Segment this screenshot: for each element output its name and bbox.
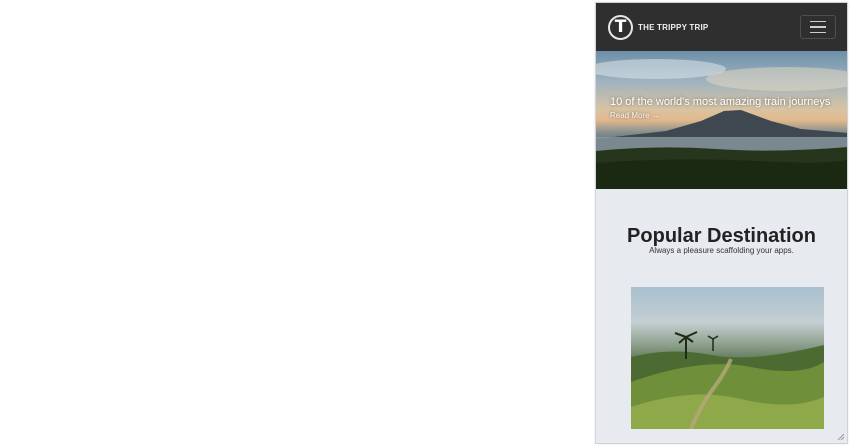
navbar: T THE TRIPPY TRIP	[596, 3, 847, 51]
hamburger-icon	[810, 31, 826, 34]
hamburger-icon	[810, 20, 826, 23]
resize-grip-icon[interactable]	[837, 433, 845, 441]
hero-landscape-image	[596, 59, 847, 189]
section-title: Popular Destination	[627, 224, 816, 247]
hero-caption[interactable]: 10 of the world's most amazing train jou…	[610, 95, 841, 109]
mobile-viewport: T THE TRIPPY TRIP 10 of the world's most…	[595, 2, 848, 444]
section-subtitle: Always a pleasure scaffolding your apps.	[649, 246, 794, 255]
hamburger-icon	[810, 26, 826, 28]
destination-photo	[631, 331, 824, 429]
menu-toggle-button[interactable]	[800, 15, 836, 39]
brand[interactable]: T THE TRIPPY TRIP	[608, 14, 709, 40]
hero-read-more-link[interactable]: Read More →	[610, 111, 660, 120]
hero-banner: 10 of the world's most amazing train jou…	[596, 51, 847, 189]
destination-image[interactable]	[631, 287, 824, 429]
brand-name: THE TRIPPY TRIP	[638, 22, 709, 32]
logo-icon: T	[608, 14, 633, 40]
